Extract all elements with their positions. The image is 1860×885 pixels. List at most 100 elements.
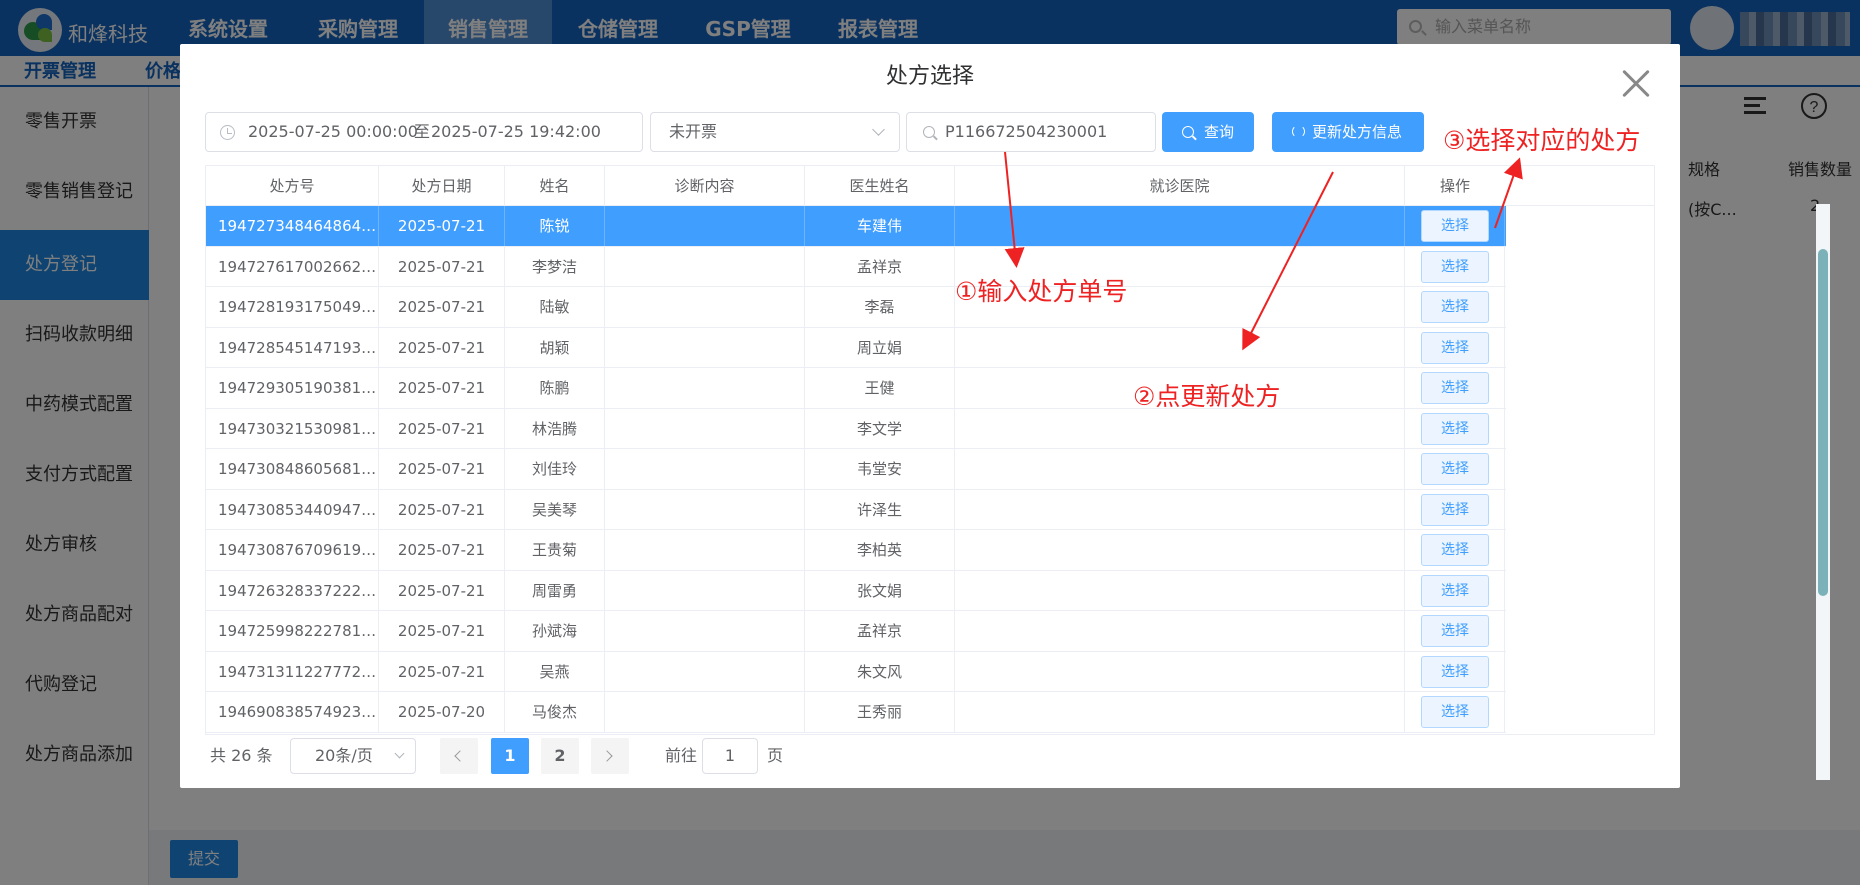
- cell-hospital: [955, 530, 1405, 570]
- col-action: 操作: [1439, 177, 1470, 195]
- cell-action: 选择: [1405, 611, 1505, 651]
- cell-action: 选择: [1405, 651, 1505, 692]
- cell-action: 选择: [1405, 206, 1505, 246]
- cell-name: 王贵菊: [505, 530, 605, 570]
- cell-name: 林浩腾: [505, 408, 605, 449]
- cell-rx-date: 2025-07-20: [379, 692, 505, 732]
- chevron-down-icon: [394, 748, 405, 759]
- status-select-value: 未开票: [669, 122, 718, 141]
- select-rx-button[interactable]: 选择: [1421, 412, 1489, 445]
- cell-action: 选择: [1405, 368, 1505, 408]
- table-row[interactable]: 1947303215309811... 2025-07-21 林浩腾 李文学 选择: [206, 408, 1506, 449]
- table-row[interactable]: 1947281931750490... 2025-07-21 陆敏 李磊 选择: [206, 287, 1506, 328]
- select-rx-button[interactable]: 选择: [1421, 493, 1489, 526]
- table-row[interactable]: 1947313112277729... 2025-07-21 吴燕 朱文风 选择: [206, 651, 1506, 692]
- page-2-button[interactable]: 2: [541, 738, 579, 774]
- cell-rx-date: 2025-07-21: [379, 530, 505, 570]
- cell-doctor: 张文娟: [805, 570, 955, 611]
- dialog-title: 处方选择: [885, 64, 974, 89]
- cell-doctor: 王健: [805, 368, 955, 408]
- table-row[interactable]: 1947285451471937... 2025-07-21 胡颖 周立娟 选择: [206, 327, 1506, 368]
- cell-diagnosis: [605, 408, 805, 449]
- prev-page-button[interactable]: [440, 738, 478, 774]
- select-rx-button[interactable]: 选择: [1421, 372, 1489, 404]
- table-row[interactable]: 1947308486056816... 2025-07-21 刘佳玲 韦堂安 选择: [206, 449, 1506, 490]
- cell-rx-date: 2025-07-21: [379, 246, 505, 287]
- select-rx-button[interactable]: 选择: [1421, 655, 1489, 688]
- rx-number-input[interactable]: P116672504230001: [906, 112, 1156, 152]
- cell-hospital: [955, 408, 1405, 449]
- table-scrollbar[interactable]: [1818, 249, 1828, 596]
- status-select[interactable]: 未开票: [650, 112, 900, 152]
- chevron-left-icon: [454, 750, 466, 762]
- page-size-value: 20条/页: [315, 746, 373, 765]
- col-name: 姓名: [505, 166, 605, 206]
- cell-name: 刘佳玲: [505, 449, 605, 489]
- table-row[interactable]: 1947308767096193... 2025-07-21 王贵菊 李柏英 选择: [206, 530, 1506, 571]
- goto-page-input[interactable]: 1: [702, 738, 758, 774]
- select-rx-button[interactable]: 选择: [1421, 534, 1489, 566]
- select-rx-button[interactable]: 选择: [1421, 331, 1489, 364]
- table-row[interactable]: 1946908385749233... 2025-07-20 马俊杰 王秀丽 选择: [206, 692, 1506, 733]
- table-row[interactable]: 1947259982227812... 2025-07-21 孙斌海 孟祥京 选择: [206, 611, 1506, 652]
- cell-name: 孙斌海: [505, 611, 605, 651]
- cell-rx-no: 1947313112277729...: [206, 651, 379, 692]
- select-rx-button[interactable]: 选择: [1421, 250, 1489, 283]
- table-row[interactable]: 1947293051903819... 2025-07-21 陈鹏 王健 选择: [206, 368, 1506, 409]
- cell-rx-date: 2025-07-21: [379, 368, 505, 408]
- query-button-label: 查询: [1204, 123, 1235, 141]
- page-1-button[interactable]: 1: [491, 738, 529, 774]
- cell-diagnosis: [605, 287, 805, 327]
- date-end: 2025-07-25 19:42:00: [431, 122, 601, 141]
- cell-name: 吴燕: [505, 651, 605, 692]
- select-rx-button[interactable]: 选择: [1421, 291, 1489, 323]
- date-range-picker[interactable]: 2025-07-25 00:00:00 至 2025-07-25 19:42:0…: [205, 112, 643, 152]
- cell-diagnosis: [605, 449, 805, 489]
- cell-action: 选择: [1405, 489, 1505, 530]
- select-rx-button[interactable]: 选择: [1421, 574, 1489, 607]
- cell-hospital: [955, 570, 1405, 611]
- annotation-step2: ②点更新处方: [1133, 382, 1281, 411]
- select-rx-button[interactable]: 选择: [1421, 615, 1489, 647]
- table-row[interactable]: 1947276170026627... 2025-07-21 李梦洁 孟祥京 选择: [206, 246, 1506, 287]
- cell-rx-date: 2025-07-21: [379, 408, 505, 449]
- goto-label: 前往: [665, 746, 698, 765]
- cell-rx-no: 1947281931750490...: [206, 287, 379, 327]
- page-size-select[interactable]: 20条/页: [290, 738, 416, 774]
- table-header: 处方号 处方日期 姓名 诊断内容 医生姓名 就诊医院 操作: [206, 166, 1654, 206]
- rx-number-value: P116672504230001: [945, 122, 1108, 141]
- cell-rx-no: 1947276170026627...: [206, 246, 379, 287]
- chevron-right-icon: [601, 750, 613, 762]
- date-separator: 至: [414, 122, 431, 141]
- cell-hospital: [955, 692, 1405, 732]
- cell-diagnosis: [605, 327, 805, 368]
- table-row[interactable]: 1947308534409478... 2025-07-21 吴美琴 许泽生 选择: [206, 489, 1506, 530]
- select-rx-button[interactable]: 选择: [1421, 210, 1489, 242]
- cell-action: 选择: [1405, 530, 1505, 570]
- refresh-rx-button[interactable]: 更新处方信息: [1272, 112, 1424, 152]
- cell-action: 选择: [1405, 570, 1505, 611]
- table-row[interactable]: 1947263283372224... 2025-07-21 周雷勇 张文娟 选择: [206, 570, 1506, 611]
- cell-action: 选择: [1405, 408, 1505, 449]
- cell-diagnosis: [605, 206, 805, 246]
- close-icon[interactable]: [1620, 68, 1652, 100]
- cell-doctor: 许泽生: [805, 489, 955, 530]
- select-rx-button[interactable]: 选择: [1421, 453, 1489, 485]
- cell-rx-date: 2025-07-21: [379, 651, 505, 692]
- cell-action: 选择: [1405, 692, 1505, 732]
- cell-hospital: [955, 449, 1405, 489]
- page-suffix: 页: [767, 746, 784, 765]
- cell-diagnosis: [605, 246, 805, 287]
- search-icon: [1182, 126, 1194, 138]
- cell-rx-no: 1947263283372224...: [206, 570, 379, 611]
- cell-diagnosis: [605, 611, 805, 651]
- cell-rx-no: 1947308767096193...: [206, 530, 379, 570]
- query-button[interactable]: 查询: [1162, 112, 1254, 152]
- annotation-step3: ③选择对应的处方: [1443, 126, 1641, 155]
- chevron-down-icon: [872, 123, 885, 136]
- next-page-button[interactable]: [591, 738, 629, 774]
- cell-rx-no: 1946908385749233...: [206, 692, 379, 732]
- select-rx-button[interactable]: 选择: [1421, 696, 1489, 728]
- date-start: 2025-07-25 00:00:00: [248, 122, 418, 141]
- table-row[interactable]: 1947273484648640... 2025-07-21 陈锐 车建伟 选择: [206, 206, 1506, 247]
